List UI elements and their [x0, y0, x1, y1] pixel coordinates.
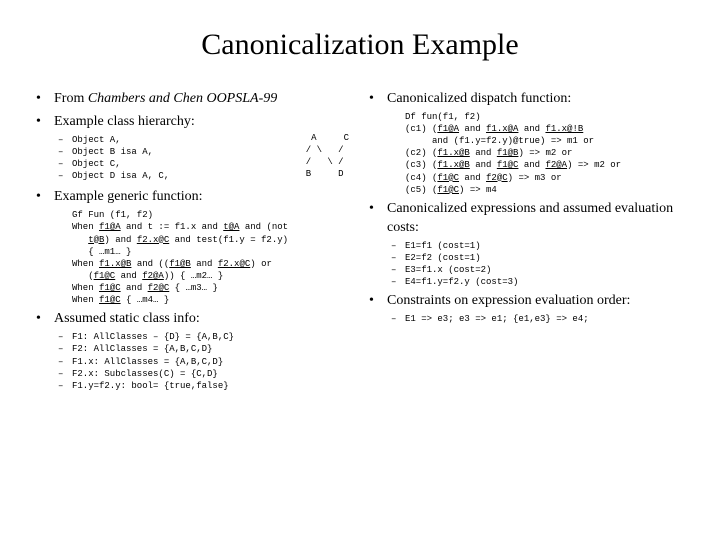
bullet-source: From Chambers and Chen OOPSLA-99: [36, 90, 351, 109]
bullet-hierarchy: Example class hierarchy: Object A, Objec…: [36, 113, 351, 184]
generic-fn-code: Gf Fun (f1, f2) When f1@A and t := f1.x …: [72, 209, 351, 306]
bullet-dispatch-fn: Canonicalized dispatch function: Df fun(…: [369, 90, 684, 196]
bullet-source-prefix: From: [54, 91, 88, 106]
hierarchy-item: Object C,: [54, 158, 300, 170]
costs-item: E2=f2 (cost=1): [387, 252, 684, 264]
bullet-order-label: Constraints on expression evaluation ord…: [387, 293, 630, 308]
slide-title: Canonicalization Example: [36, 28, 684, 62]
order-list: E1 => e3; e3 => e1; {e1,e3} => e4;: [387, 313, 684, 325]
bullet-source-ref: Chambers and Chen OOPSLA-99: [88, 91, 277, 106]
hierarchy-list: Object A, Object B isa A, Object C, Obje…: [54, 134, 300, 183]
costs-item: E1=f1 (cost=1): [387, 240, 684, 252]
costs-list: E1=f1 (cost=1) E2=f2 (cost=1) E3=f1.x (c…: [387, 240, 684, 289]
costs-item: E3=f1.x (cost=2): [387, 264, 684, 276]
bullet-hierarchy-label: Example class hierarchy:: [54, 114, 195, 129]
hierarchy-item: Object D isa A, C,: [54, 170, 300, 182]
bullet-costs: Canonicalized expressions and assumed ev…: [369, 200, 684, 288]
bullet-dispatch-fn-label: Canonicalized dispatch function:: [387, 91, 571, 106]
hierarchy-item: Object A,: [54, 134, 300, 146]
static-info-item: F2.x: Subclasses(C) = {C,D}: [54, 368, 351, 380]
static-info-item: F1: AllClasses – {D} = {A,B,C}: [54, 331, 351, 343]
bullet-order: Constraints on expression evaluation ord…: [369, 292, 684, 325]
right-column: Canonicalized dispatch function: Df fun(…: [369, 90, 684, 396]
static-info-item: F1.y=f2.y: bool= {true,false}: [54, 380, 351, 392]
costs-item: E4=f1.y=f2.y (cost=3): [387, 276, 684, 288]
bullet-generic-fn: Example generic function: Gf Fun (f1, f2…: [36, 188, 351, 306]
static-info-item: F1.x: AllClasses = {A,B,C,D}: [54, 356, 351, 368]
bullet-generic-fn-label: Example generic function:: [54, 189, 203, 204]
order-item: E1 => e3; e3 => e1; {e1,e3} => e4;: [387, 313, 684, 325]
hierarchy-item: Object B isa A,: [54, 146, 300, 158]
bullet-static-info: Assumed static class info: F1: AllClasse…: [36, 310, 351, 392]
bullet-costs-label: Canonicalized expressions and assumed ev…: [387, 201, 673, 235]
left-column: From Chambers and Chen OOPSLA-99 Example…: [36, 90, 351, 396]
static-info-list: F1: AllClasses – {D} = {A,B,C} F2: AllCl…: [54, 331, 351, 392]
dispatch-fn-code: Df fun(f1, f2) (c1) (f1@A and f1.x@A and…: [405, 111, 684, 196]
hierarchy-diagram: A C / \ / / \ / B D: [300, 132, 351, 181]
static-info-item: F2: AllClasses = {A,B,C,D}: [54, 343, 351, 355]
bullet-static-info-label: Assumed static class info:: [54, 311, 200, 326]
